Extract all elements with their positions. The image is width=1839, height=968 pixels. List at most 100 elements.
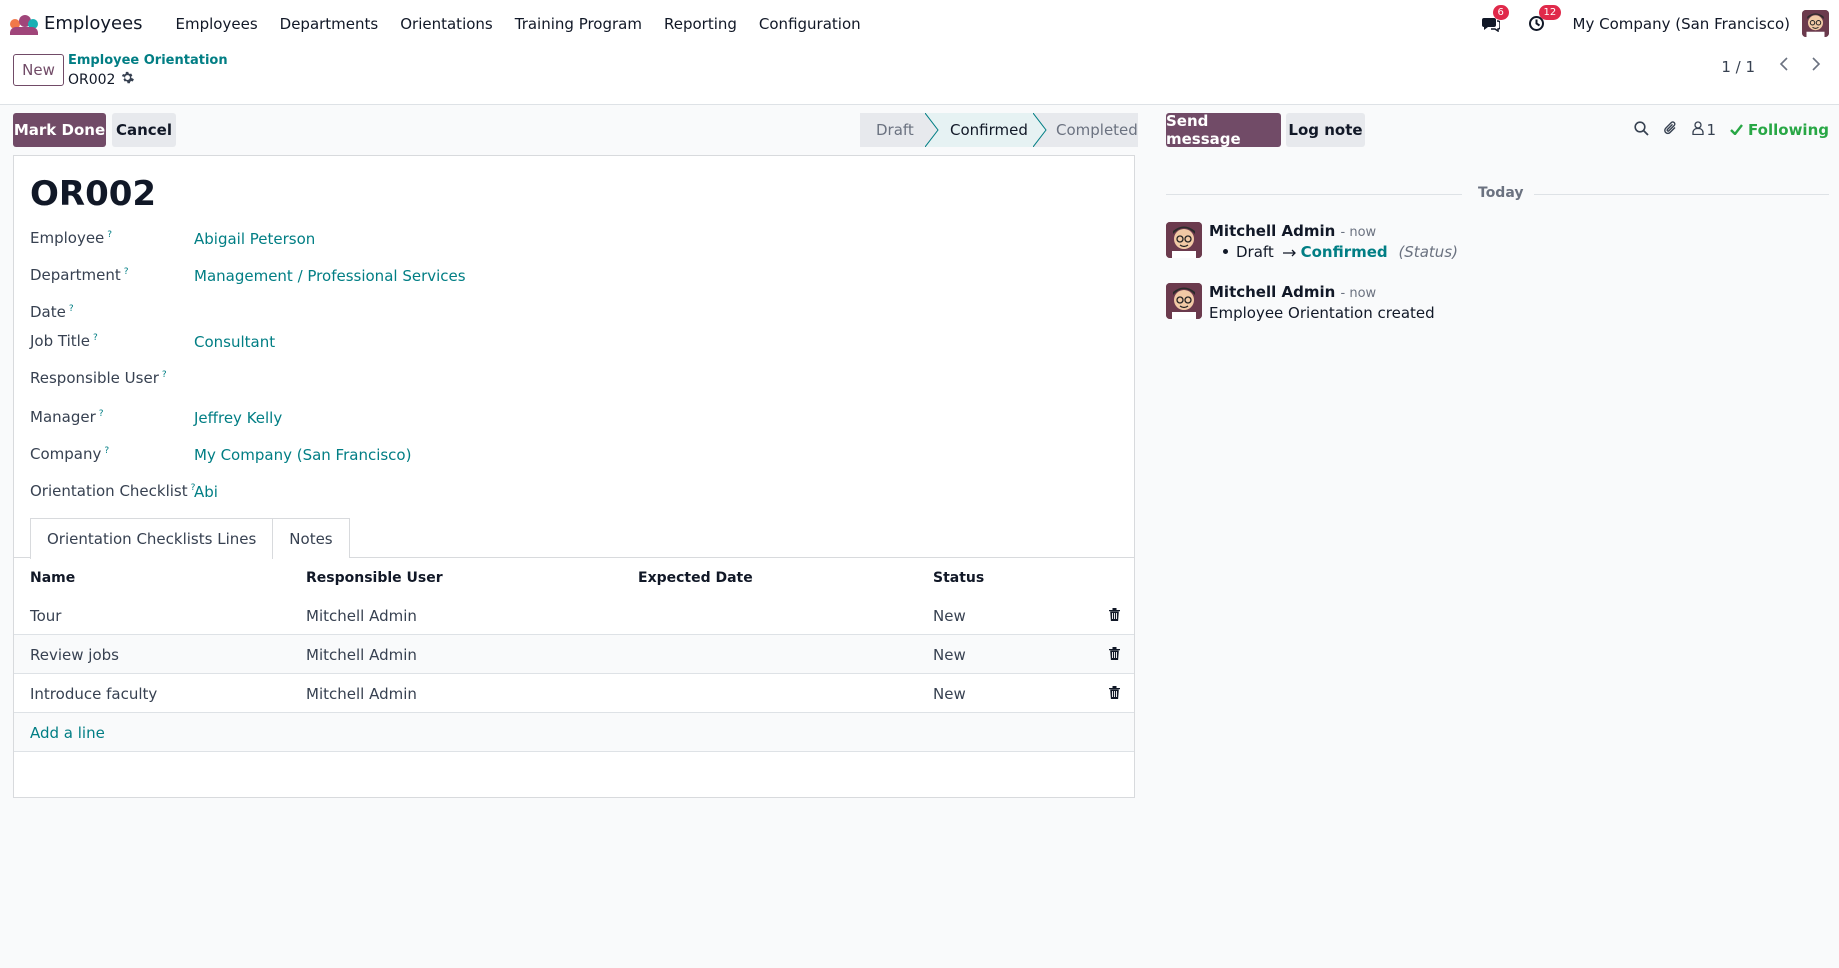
- message-time: - now: [1340, 286, 1377, 301]
- breadcrumb-current: OR002: [68, 71, 135, 88]
- author-name[interactable]: Mitchell Admin: [1209, 222, 1335, 240]
- job-title-label: Job Title?: [30, 332, 98, 350]
- column-expected-date[interactable]: Expected Date: [638, 570, 753, 586]
- menu-configuration[interactable]: Configuration: [748, 15, 872, 33]
- help-icon[interactable]: ?: [162, 370, 167, 380]
- mark-done-button[interactable]: Mark Done: [13, 113, 106, 147]
- breadcrumb-employee-orientation[interactable]: Employee Orientation: [68, 53, 228, 68]
- stage-draft[interactable]: Draft: [860, 113, 926, 147]
- pager-value[interactable]: 1 / 1: [1721, 58, 1755, 76]
- menu-training-program[interactable]: Training Program: [504, 15, 653, 33]
- help-icon[interactable]: ?: [107, 230, 112, 240]
- table-row[interactable]: Tour Mitchell Admin New: [14, 596, 1134, 635]
- navbar-systray: 6 12 My Company (San Francisco): [1481, 4, 1829, 37]
- department-field[interactable]: Management / Professional Services: [194, 267, 466, 285]
- employees-app-icon[interactable]: [10, 13, 38, 35]
- bullet-icon: [1223, 249, 1228, 254]
- record-title[interactable]: OR002: [30, 174, 156, 214]
- stage-confirmed[interactable]: Confirmed: [925, 113, 1047, 147]
- row-name: Introduce faculty: [30, 685, 158, 703]
- row-name: Tour: [30, 607, 62, 625]
- message-time: - now: [1340, 225, 1377, 240]
- orientation-checklist-field[interactable]: Abi: [194, 483, 218, 501]
- messages-badge: 6: [1492, 4, 1509, 20]
- tracking-value: Draft Confirmed (Status): [1209, 243, 1458, 261]
- messages-icon[interactable]: 6: [1481, 4, 1509, 34]
- pager-next-icon[interactable]: [1811, 55, 1821, 76]
- column-responsible-user[interactable]: Responsible User: [306, 570, 443, 586]
- add-line-row: [14, 713, 1134, 752]
- new-button[interactable]: New: [13, 54, 64, 86]
- row-status: New: [933, 607, 966, 625]
- current-record-name: OR002: [68, 71, 116, 88]
- message-body: Employee Orientation created: [1209, 304, 1435, 322]
- trash-icon[interactable]: [1109, 607, 1120, 621]
- company-field[interactable]: My Company (San Francisco): [194, 446, 411, 464]
- arrow-right-icon: [1282, 243, 1297, 261]
- notebook-tabs: Orientation Checklists Lines Notes: [30, 518, 350, 559]
- search-icon[interactable]: [1633, 120, 1649, 140]
- row-status: New: [933, 646, 966, 664]
- date-label: Date?: [30, 303, 74, 321]
- send-message-button[interactable]: Send message: [1166, 112, 1281, 148]
- manager-field[interactable]: Jeffrey Kelly: [194, 409, 282, 427]
- manager-label-text: Manager: [30, 408, 96, 426]
- day-separator-label: Today: [1478, 185, 1524, 201]
- message-avatar[interactable]: [1166, 222, 1202, 258]
- add-a-line-link[interactable]: Add a line: [30, 724, 105, 742]
- help-icon[interactable]: ?: [93, 333, 98, 343]
- author-name[interactable]: Mitchell Admin: [1209, 283, 1335, 301]
- app-name[interactable]: Employees: [44, 13, 143, 34]
- following-button[interactable]: Following: [1730, 121, 1829, 139]
- column-name[interactable]: Name: [30, 570, 75, 586]
- message-author: Mitchell Admin - now: [1209, 222, 1376, 240]
- separator-line-left: [1166, 194, 1462, 195]
- help-icon[interactable]: ?: [99, 409, 104, 419]
- check-icon: [1730, 121, 1743, 139]
- department-label: Department?: [30, 266, 129, 284]
- cancel-button[interactable]: Cancel: [112, 113, 176, 147]
- menu-reporting[interactable]: Reporting: [653, 15, 748, 33]
- chatter-topbar-icons: 1 Following: [1633, 120, 1829, 140]
- column-status[interactable]: Status: [933, 570, 984, 586]
- company-switcher[interactable]: My Company (San Francisco): [1573, 15, 1790, 33]
- message-avatar[interactable]: [1166, 283, 1202, 319]
- activities-badge: 12: [1538, 4, 1562, 20]
- company-label: Company?: [30, 445, 109, 463]
- table-row[interactable]: Introduce faculty Mitchell Admin New: [14, 674, 1134, 713]
- menu-orientations[interactable]: Orientations: [389, 15, 504, 33]
- status-bar: Draft Confirmed Completed: [860, 113, 1138, 147]
- menu-departments[interactable]: Departments: [269, 15, 390, 33]
- log-note-button[interactable]: Log note: [1286, 113, 1365, 147]
- job-title-label-text: Job Title: [30, 332, 91, 350]
- table-row[interactable]: Review jobs Mitchell Admin New: [14, 635, 1134, 674]
- stage-confirmed-label: Confirmed: [950, 121, 1028, 139]
- table-header: Name Responsible User Expected Date Stat…: [14, 558, 1134, 596]
- menu-employees[interactable]: Employees: [165, 15, 269, 33]
- tab-orientation-checklists-lines[interactable]: Orientation Checklists Lines: [30, 518, 274, 559]
- help-icon[interactable]: ?: [104, 446, 109, 456]
- job-title-field[interactable]: Consultant: [194, 333, 275, 351]
- row-user: Mitchell Admin: [306, 685, 417, 703]
- date-label-text: Date: [30, 303, 66, 321]
- separator-line-right: [1534, 194, 1829, 195]
- gear-icon[interactable]: [121, 71, 135, 88]
- responsible-user-label: Responsible User?: [30, 369, 167, 387]
- activities-icon[interactable]: 12: [1527, 4, 1562, 34]
- trash-icon[interactable]: [1109, 646, 1120, 660]
- followers-button[interactable]: 1: [1691, 121, 1716, 139]
- help-icon[interactable]: ?: [69, 304, 74, 314]
- row-user: Mitchell Admin: [306, 607, 417, 625]
- stage-completed[interactable]: Completed: [1034, 113, 1138, 147]
- tab-notes[interactable]: Notes: [273, 518, 350, 558]
- orientation-checklist-label: Orientation Checklist?: [30, 482, 195, 500]
- stage-completed-label: Completed: [1056, 121, 1138, 139]
- employee-field[interactable]: Abigail Peterson: [194, 230, 315, 248]
- help-icon[interactable]: ?: [124, 267, 129, 277]
- employee-label: Employee?: [30, 229, 112, 247]
- paperclip-icon[interactable]: [1663, 120, 1678, 140]
- department-label-text: Department: [30, 266, 121, 284]
- trash-icon[interactable]: [1109, 685, 1120, 699]
- user-avatar[interactable]: [1802, 10, 1829, 37]
- pager-previous-icon[interactable]: [1779, 55, 1789, 76]
